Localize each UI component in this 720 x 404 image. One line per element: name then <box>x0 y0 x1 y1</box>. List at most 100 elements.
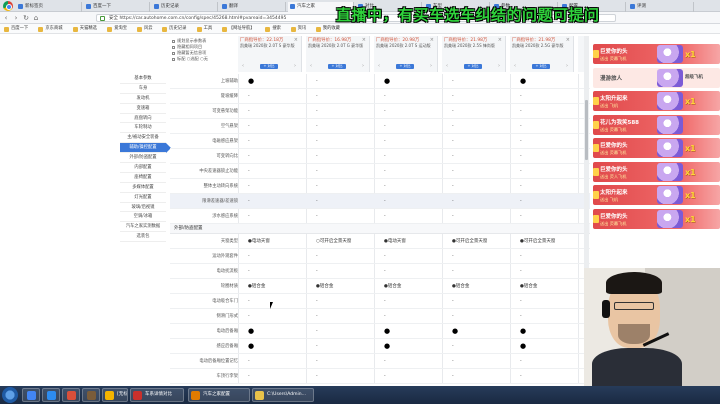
add-compare-button[interactable]: + 对比 <box>328 64 346 69</box>
sidenav-item[interactable]: 发动机 <box>120 94 166 104</box>
row-label: 电动后备厢 <box>216 329 238 334</box>
row-label: 可变悬架功能 <box>212 109 238 114</box>
option-checkbox[interactable] <box>172 45 175 49</box>
sidenav-item[interactable]: 车轮制动 <box>120 123 166 134</box>
table-cell: - <box>520 299 522 304</box>
car-name[interactable]: 凯美瑞 2020款 2.5G 豪华版 <box>512 43 570 48</box>
bookmark-item[interactable]: 历史记录 <box>162 25 186 33</box>
table-cell: - <box>452 124 454 129</box>
bookmark-item[interactable]: 工具 <box>196 25 213 33</box>
prev-arrow-icon[interactable]: ‹ <box>242 64 244 69</box>
sidenav-item[interactable]: 内部配置 <box>120 163 166 173</box>
gift-notification: 巨爱你的头 送出 荧幕飞机 x1 <box>593 44 720 64</box>
prev-arrow-icon[interactable]: ‹ <box>514 64 516 69</box>
car-name[interactable]: 凯美瑞 2020款 2.5S 锋尚版 <box>444 43 502 48</box>
add-compare-button[interactable]: + 对比 <box>396 64 414 69</box>
bookmark-item[interactable]: 京东商城 <box>38 25 63 33</box>
option-checkbox[interactable] <box>172 57 175 61</box>
bookmark-item[interactable]: 我的收藏 <box>315 25 340 33</box>
sidenav-item[interactable]: 座椅配置 <box>120 173 166 183</box>
prev-arrow-icon[interactable]: ‹ <box>378 64 380 69</box>
forward-icon[interactable]: › <box>12 14 20 22</box>
next-arrow-icon[interactable]: › <box>566 64 568 69</box>
browser-tab[interactable]: 评测 <box>628 2 694 12</box>
browser-tab[interactable]: 百度一下 <box>84 2 150 12</box>
table-cell: ●铝合金 <box>384 284 402 289</box>
taskbar-window-button[interactable]: 车系详情对比 <box>130 388 184 402</box>
option-checkbox[interactable] <box>172 39 175 43</box>
prev-arrow-icon[interactable]: ‹ <box>310 64 312 69</box>
bookmark-label: 百度一下 <box>11 26 29 31</box>
next-arrow-icon[interactable]: › <box>362 64 364 69</box>
gift-count: x1 <box>685 97 696 106</box>
bookmark-item[interactable]: 天猫精选 <box>72 25 97 33</box>
bookmark-item[interactable]: 资讯 <box>290 25 306 33</box>
sidenav-item[interactable]: 多媒体配置 <box>120 183 166 193</box>
refresh-icon[interactable]: ↻ <box>22 14 30 22</box>
table-cell: - <box>520 314 522 319</box>
add-compare-button[interactable]: + 对比 <box>260 64 278 69</box>
add-compare-button[interactable]: + 对比 <box>464 64 482 69</box>
sidenav-item[interactable]: 基本参数 <box>120 74 166 84</box>
browser-tab[interactable]: 翻译 <box>220 2 286 12</box>
option-checkbox[interactable] <box>172 51 175 55</box>
home-icon[interactable]: ⌂ <box>32 14 40 22</box>
tab-favicon-icon <box>18 4 23 9</box>
sidenav-item[interactable]: 辅助/操控配置 <box>120 143 171 154</box>
pinned-app-button[interactable] <box>82 388 100 402</box>
next-arrow-icon[interactable]: › <box>430 64 432 69</box>
table-cell: - <box>316 199 318 204</box>
sidenav-item[interactable]: 玻璃/后视镜 <box>120 203 166 213</box>
gift-username: 花儿为我笑588 <box>600 119 639 126</box>
pinned-app-button[interactable] <box>42 388 60 402</box>
back-icon[interactable]: ‹ <box>2 14 10 22</box>
sidenav-item[interactable]: 空调/冰箱 <box>120 212 166 223</box>
scrollbar-thumb[interactable] <box>585 100 588 160</box>
taskbar-window-button[interactable]: 汽车之家配置 <box>188 388 250 402</box>
prev-arrow-icon[interactable]: ‹ <box>446 64 448 69</box>
sidenav-item[interactable]: 主/被动安全装备 <box>120 133 166 144</box>
table-cell: - <box>520 169 522 174</box>
add-compare-button[interactable]: + 对比 <box>532 64 550 69</box>
url-text: https://car.autohome.com.cn/config/spec/… <box>119 16 287 21</box>
table-cell: - <box>452 359 454 364</box>
taskbar-window-button[interactable]: [无标题] - 汽车之家 <box>102 388 128 402</box>
display-option[interactable]: 标配 ○选配 ○无 <box>172 56 232 62</box>
table-cell: - <box>520 269 522 274</box>
browser-tab[interactable]: 新标签页 <box>16 2 82 12</box>
table-cell: - <box>248 314 250 319</box>
next-arrow-icon[interactable]: › <box>294 64 296 69</box>
car-name[interactable]: 凯美瑞 2020款 2.0T S 豪华版 <box>240 43 298 48</box>
gift-badge-icon <box>593 120 599 129</box>
next-arrow-icon[interactable]: › <box>498 64 500 69</box>
sidenav-item[interactable]: 变速箱 <box>120 104 166 114</box>
bookmark-item[interactable]: 搜索 <box>265 25 281 33</box>
bookmark-item[interactable]: 爱淘宝 <box>107 25 127 33</box>
sidenav-item[interactable]: 外部/防盗配置 <box>120 153 166 164</box>
bookmark-label: 工具 <box>203 26 213 31</box>
bookmark-item[interactable]: 【网址导航】 <box>221 25 255 33</box>
sidenav-item[interactable]: 汽车之家实测数据 <box>120 222 166 233</box>
sidenav-item[interactable]: 底盘转向 <box>120 114 166 124</box>
car-column-header: 厂商指导价：20.98万 × 凯美瑞 2020款 2.0T S 运动版 ‹ + 对比 › <box>374 36 438 72</box>
gift-description: 送出 飞机 <box>600 197 619 202</box>
table-cell: ●电动天窗 <box>248 239 270 244</box>
taskbar-window-button[interactable]: C:\Users\Admin... <box>252 388 314 402</box>
car-name[interactable]: 凯美瑞 2020款 2.0T G 豪华版 <box>308 43 366 48</box>
pinned-app-button[interactable] <box>22 388 40 402</box>
sidenav-item[interactable]: 车身 <box>120 84 166 94</box>
bookmark-item[interactable]: 百度一下 <box>4 25 28 33</box>
car-name[interactable]: 凯美瑞 2020款 2.0T S 运动版 <box>376 43 434 48</box>
window-title: 车系详情对比 <box>145 392 172 397</box>
sidenav-item[interactable]: 灯光配置 <box>120 193 166 203</box>
start-button[interactable] <box>2 387 18 403</box>
tab-label: 汽车之家 <box>297 4 315 9</box>
bookmark-folder-icon <box>265 27 271 32</box>
browser-tab[interactable]: 历史记录 <box>152 2 218 12</box>
bookmark-item[interactable]: 风云 <box>137 25 153 33</box>
gift-image-icon <box>657 139 683 157</box>
table-row: 中央差速器锁止功能 - - - - - <box>170 164 590 179</box>
pinned-app-button[interactable] <box>62 388 80 402</box>
table-cell: - <box>248 169 250 174</box>
sidenav-item[interactable]: 选装包 <box>120 232 166 243</box>
